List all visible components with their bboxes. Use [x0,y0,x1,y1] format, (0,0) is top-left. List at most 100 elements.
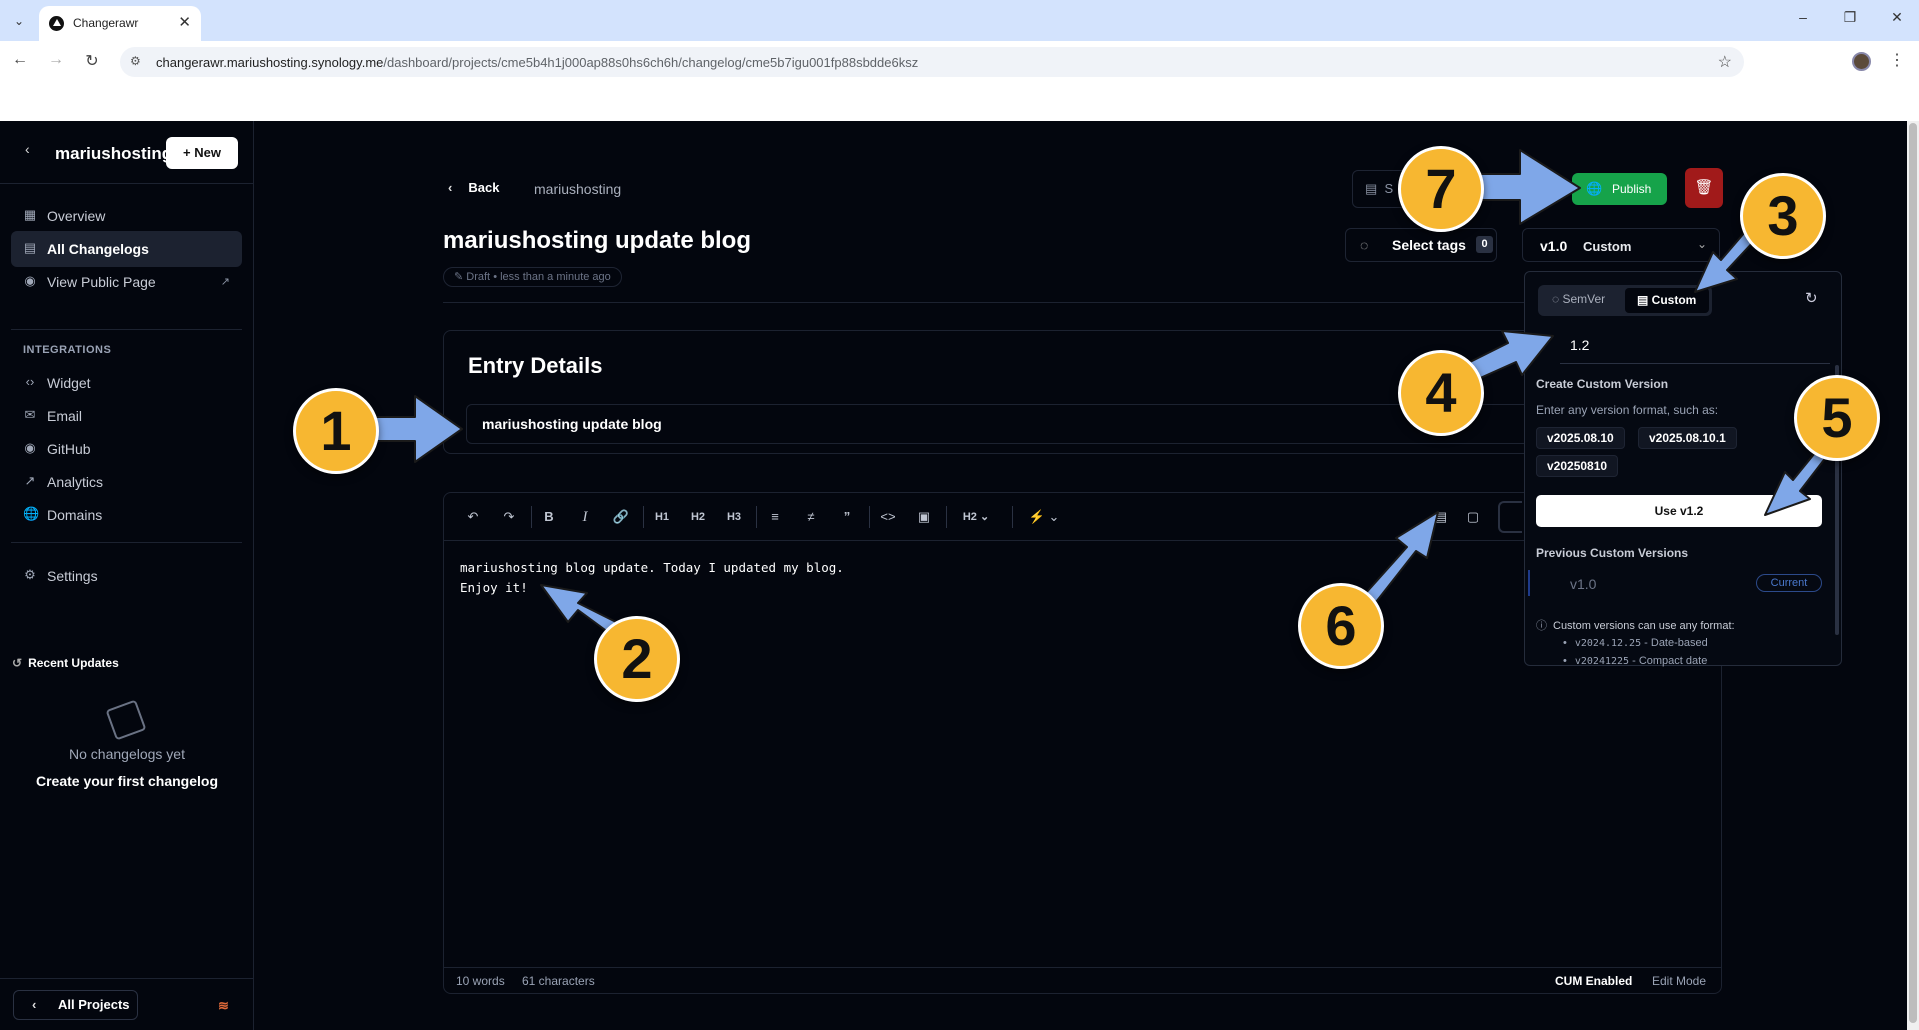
bullet-list-icon[interactable]: ≡ [761,506,789,528]
code-icon[interactable]: <> [874,506,902,528]
italic-icon[interactable]: I [571,506,599,528]
status-badge: ✎ Draft • less than a minute ago [443,267,622,287]
browser-tab[interactable]: Changerawr ✕ [39,6,201,41]
toolbar-separator [1012,506,1013,528]
back-arrow-icon[interactable]: ← [10,51,30,69]
back-button[interactable]: ‹ Back [448,180,499,195]
version-example-chip[interactable]: v20250810 [1536,455,1619,477]
sidebar-footer: ‹ All Projects ≋ [0,978,254,1030]
editor-mode[interactable]: Edit Mode [1652,974,1706,988]
sidebar-item-all-changelogs[interactable]: ▤ All Changelogs [11,231,242,267]
word-count: 10 words [456,974,505,988]
cum-status: CUM Enabled [1555,974,1633,988]
version-example-chip[interactable]: v2025.08.10.1 [1638,427,1737,449]
sidebar-item-email[interactable]: ✉ Email [11,398,242,434]
numbered-list-icon[interactable]: ≠ [797,506,825,528]
select-tags-button[interactable]: ◌ Select tags [1345,228,1497,262]
previous-versions-heading: Previous Custom Versions [1536,546,1689,560]
bold-icon[interactable]: B [535,506,563,528]
export-file-icon[interactable]: ▢ [1459,506,1487,528]
version-selector[interactable]: v1.0 Custom ⌄ [1522,228,1720,262]
sidebar-item-widget[interactable]: ‹› Widget [11,365,242,401]
sidebar-item-view-public-page[interactable]: ◉ View Public Page ↗ [11,264,242,300]
tag-icon: ◌ [1360,237,1369,253]
eye-icon: ◉ [24,273,36,288]
publish-button[interactable]: 🌐 Publish [1572,173,1667,205]
version-example-chip[interactable]: v2025.08.10 [1536,427,1625,449]
tab-semver[interactable]: ◌ SemVer [1552,292,1605,306]
page-top-strip [0,81,1919,121]
create-first-changelog-link[interactable]: Create your first changelog [0,773,254,789]
entry-details-heading: Entry Details [468,353,603,378]
tab-search-icon[interactable]: ⌄ [8,10,30,32]
minimize-icon[interactable]: – [1793,9,1813,25]
sidebar-item-analytics[interactable]: ↗ Analytics [11,464,242,500]
browser-menu-icon[interactable]: ⋮ [1889,50,1905,70]
rss-icon[interactable]: ≋ [218,998,229,1014]
grid-icon: ▦ [23,207,37,222]
chevron-left-icon: ‹ [32,997,37,1012]
site-settings-icon[interactable]: ⚙ [130,54,141,68]
step-badge-7: 7 [1398,146,1484,232]
tab-close-icon[interactable]: ✕ [178,13,191,31]
reload-icon[interactable]: ↻ [82,51,102,71]
tags-count-badge: 0 [1476,236,1493,253]
new-changelog-button[interactable]: + New [166,137,238,169]
empty-pen-icon [105,699,147,741]
page-title: mariushosting update blog [443,227,752,254]
format-example: • v20241225 - Compact date [1563,655,1708,667]
sidebar-item-settings[interactable]: ⚙ Settings [11,558,242,594]
sidebar-item-github[interactable]: ◉ GitHub [11,431,242,467]
link-icon[interactable]: 🔗 [607,506,635,528]
sidebar-item-overview[interactable]: ▦ Overview [11,198,242,234]
tab-custom[interactable]: ▤ Custom [1625,288,1709,313]
refresh-icon[interactable]: ↻ [1805,289,1818,307]
previous-version-value: v1.0 [1570,576,1597,592]
breadcrumb-project[interactable]: mariushosting [534,181,621,197]
redo-icon[interactable]: ↷ [495,506,523,528]
address-bar[interactable]: ⚙ changerawr.mariushosting.synology.me/d… [120,47,1744,77]
empty-state-title: No changelogs yet [69,746,185,762]
quote-icon[interactable]: ” [833,506,861,528]
sidebar-item-domains[interactable]: 🌐 Domains [11,497,242,533]
view-toggle[interactable] [1498,501,1522,533]
heading-select[interactable]: H2 ⌄ [953,506,999,528]
all-projects-button[interactable]: ‹ All Projects [13,990,138,1020]
window-close-icon[interactable]: ✕ [1887,9,1907,26]
lightning-menu-icon[interactable]: ⚡ ⌄ [1024,506,1064,528]
heading-1-icon[interactable]: H1 [648,506,676,528]
format-info: ⓘ Custom versions can use any format: [1536,620,1735,632]
step-badge-5: 5 [1794,375,1880,461]
chevron-left-icon: ‹ [448,180,453,195]
delete-button[interactable]: 🗑 [1685,168,1723,208]
heading-3-icon[interactable]: H3 [720,506,748,528]
info-icon: ⓘ [1536,620,1547,632]
restore-icon[interactable]: ❐ [1840,9,1860,26]
heading-2-icon[interactable]: H2 [684,506,712,528]
page-scrollbar-thumb[interactable] [1909,123,1917,1023]
undo-icon[interactable]: ↶ [459,506,487,528]
image-icon[interactable]: ▣ [910,506,938,528]
current-badge: Current [1756,574,1822,592]
trash-icon: 🗑 [1694,179,1714,196]
forward-arrow-icon[interactable]: → [46,51,66,69]
editor-content[interactable]: mariushosting blog update. Today I updat… [460,558,844,598]
recent-updates-heading: ↺ Recent Updates [12,656,119,670]
use-version-button[interactable]: Use v1.2 [1536,495,1822,527]
save-draft-icon[interactable]: ▤ [1427,506,1455,528]
profile-avatar[interactable] [1852,52,1871,71]
sidebar-divider [11,542,242,543]
sidebar-back-chevron-icon[interactable]: ‹ [25,141,30,157]
bookmark-star-icon[interactable]: ☆ [1718,52,1732,72]
create-custom-version-heading: Create Custom Version [1536,377,1669,391]
version-value: v1.0 [1540,238,1568,254]
external-link-icon: ↗ [220,276,230,288]
toolbar-separator [869,506,870,528]
mail-icon: ✉ [24,407,36,422]
sidebar-item-label: All Changelogs [47,241,149,257]
tab-title: Changerawr [73,16,139,30]
integrations-heading: INTEGRATIONS [23,344,112,356]
custom-version-input[interactable] [1560,326,1830,364]
title-input[interactable] [466,404,1696,444]
character-count: 61 characters [522,974,595,988]
